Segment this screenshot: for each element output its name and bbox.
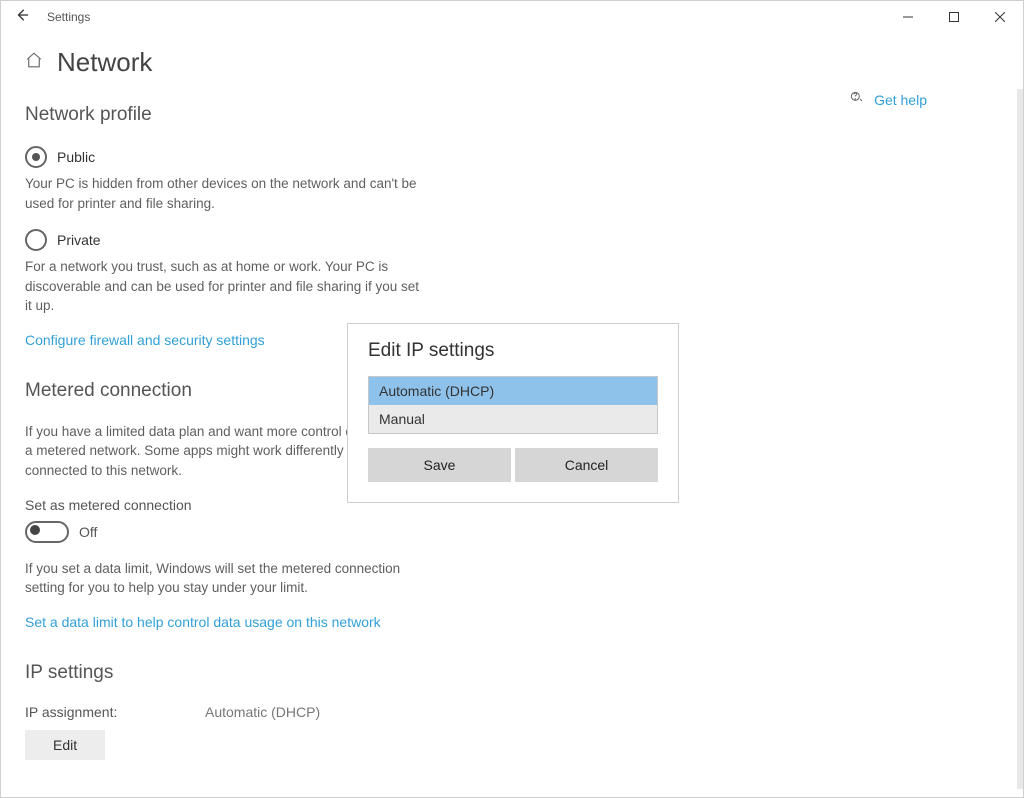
dialog-buttons: Save Cancel	[368, 448, 658, 482]
titlebar: Settings	[1, 1, 1023, 33]
ip-settings-section: IP settings IP assignment: Automatic (DH…	[25, 662, 625, 760]
data-limit-link[interactable]: Set a data limit to help control data us…	[25, 614, 381, 630]
close-button[interactable]	[977, 1, 1023, 33]
section-heading: Network profile	[25, 104, 625, 126]
cancel-button[interactable]: Cancel	[515, 448, 658, 482]
settings-window: Settings Network Network prof	[0, 0, 1024, 798]
page-title: Network	[57, 47, 152, 78]
window-title: Settings	[47, 10, 90, 24]
ip-edit-button[interactable]: Edit	[25, 730, 105, 760]
toggle-state: Off	[79, 524, 97, 540]
private-radio-row[interactable]: Private	[25, 229, 625, 251]
network-profile-section: Network profile Public Your PC is hidden…	[25, 104, 625, 350]
ip-assignment-row: IP assignment: Automatic (DHCP)	[25, 704, 625, 720]
public-radio-row[interactable]: Public	[25, 146, 625, 168]
firewall-link[interactable]: Configure firewall and security settings	[25, 332, 265, 348]
metered-toggle-row: Off	[25, 521, 625, 543]
edit-ip-settings-dialog: Edit IP settings Automatic (DHCP) Manual…	[347, 323, 679, 503]
radio-label: Public	[57, 149, 95, 165]
help-icon	[848, 89, 864, 110]
section-heading: IP settings	[25, 662, 625, 684]
dropdown-option-auto[interactable]: Automatic (DHCP)	[369, 377, 657, 405]
titlebar-left: Settings	[1, 8, 90, 27]
home-icon[interactable]	[25, 51, 43, 74]
ip-mode-dropdown[interactable]: Automatic (DHCP) Manual	[368, 376, 658, 434]
maximize-button[interactable]	[931, 1, 977, 33]
help-sidebar: Get help	[848, 89, 927, 110]
metered-toggle[interactable]	[25, 521, 69, 543]
back-icon[interactable]	[15, 8, 29, 27]
limit-description: If you set a data limit, Windows will se…	[25, 559, 425, 598]
minimize-button[interactable]	[885, 1, 931, 33]
radio-icon	[25, 229, 47, 251]
save-button[interactable]: Save	[368, 448, 511, 482]
dropdown-option-manual[interactable]: Manual	[369, 405, 657, 433]
radio-label: Private	[57, 232, 101, 248]
page-header: Network	[25, 47, 999, 78]
ip-assignment-label: IP assignment:	[25, 704, 205, 720]
dialog-title: Edit IP settings	[368, 340, 658, 362]
private-description: For a network you trust, such as at home…	[25, 257, 425, 316]
window-controls	[885, 1, 1023, 33]
public-description: Your PC is hidden from other devices on …	[25, 174, 425, 213]
radio-icon	[25, 146, 47, 168]
get-help-link[interactable]: Get help	[874, 92, 927, 108]
scrollbar[interactable]	[1017, 89, 1023, 789]
ip-assignment-value: Automatic (DHCP)	[205, 704, 320, 720]
